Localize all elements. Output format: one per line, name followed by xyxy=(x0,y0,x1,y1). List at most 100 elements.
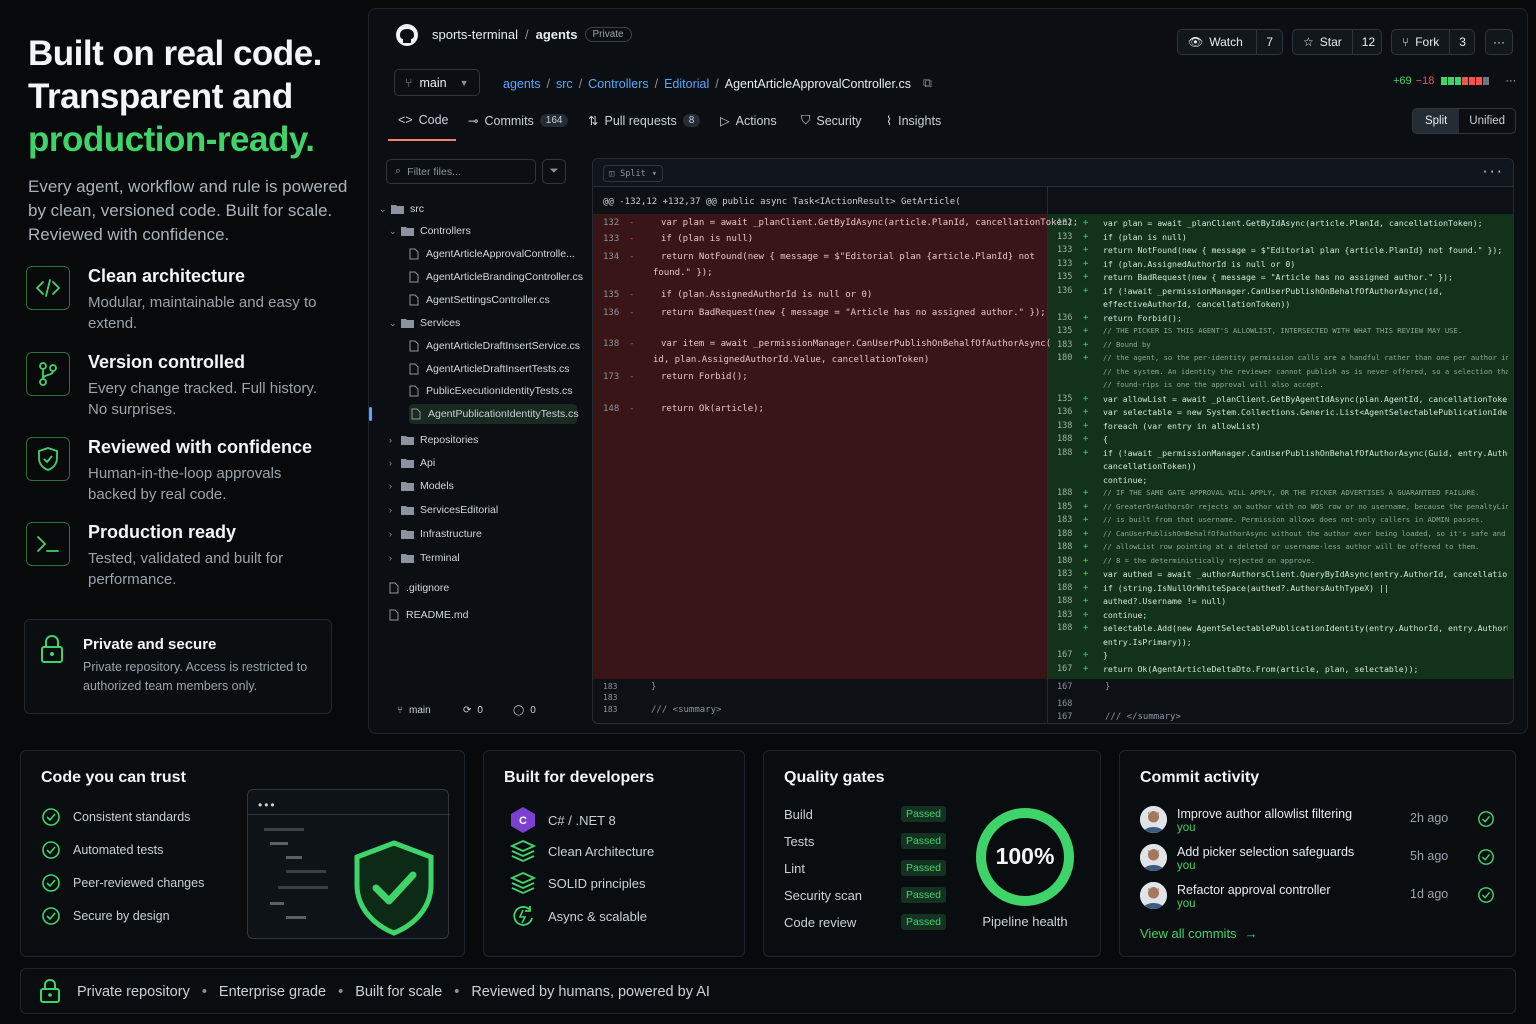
line-number: 167 xyxy=(1057,650,1073,660)
line-number: 134 xyxy=(603,252,620,262)
eye-icon: 👁 xyxy=(1188,35,1204,49)
code-line: var item = await _permissionManager.CanU… xyxy=(661,339,1052,349)
repo-name[interactable]: agents xyxy=(536,27,578,42)
crumb-agents[interactable]: agents xyxy=(503,77,541,91)
tree-item[interactable]: README.md xyxy=(389,605,468,625)
code-line: var selectable = new System.Collections.… xyxy=(1103,407,1508,417)
commit-row[interactable]: Refactor approval controller you 1d ago xyxy=(1140,882,1496,914)
tree-item[interactable]: › Repositories xyxy=(389,430,478,450)
play-icon: ▷ xyxy=(720,114,730,128)
tree-item[interactable]: AgentPublicationIdentityTests.cs xyxy=(369,404,579,424)
tree-item[interactable]: › Terminal xyxy=(389,548,460,568)
code-line: cancellationToken)) xyxy=(1103,461,1197,471)
tree-item[interactable]: › Api xyxy=(389,453,435,473)
tree-item[interactable]: ⌄ src xyxy=(379,199,424,219)
private-secure-box: Private and secure Private repository. A… xyxy=(24,619,332,714)
crumb-editorial[interactable]: Editorial xyxy=(664,77,709,91)
unified-button[interactable]: Unified xyxy=(1459,109,1515,133)
addition-sign: + xyxy=(1083,556,1089,566)
chevron-right-icon: › xyxy=(389,505,392,515)
tree-item[interactable]: › Infrastructure xyxy=(389,524,482,544)
tree-item[interactable]: PublicExecutionIdentityTests.cs xyxy=(409,381,573,401)
line-number: 148 xyxy=(603,404,620,414)
commit-time: 5h ago xyxy=(1410,849,1449,863)
copy-icon[interactable]: ⧉ xyxy=(923,76,932,91)
tree-item[interactable]: .gitignore xyxy=(389,578,449,598)
trust-item: Peer-reviewed changes xyxy=(41,873,204,893)
stack-icon xyxy=(510,871,536,895)
tree-footer-branch[interactable]: ⑂ main xyxy=(397,705,431,716)
card-title: Code you can trust xyxy=(41,769,186,786)
watch-button[interactable]: 👁 Watch 7 xyxy=(1177,29,1283,55)
tab-actions[interactable]: ▷ Actions xyxy=(720,113,777,129)
tree-item[interactable]: AgentSettingsController.cs xyxy=(409,290,550,310)
code-line: if (!await _permissionManager.CanUserPub… xyxy=(1103,286,1444,296)
filter-icon[interactable]: ⏷ xyxy=(542,159,566,184)
github-logo-icon[interactable] xyxy=(395,23,419,47)
hero-description: Every agent, workflow and rule is powere… xyxy=(28,177,348,244)
tab-insights[interactable]: ⌇ Insights xyxy=(886,113,941,129)
repo-owner[interactable]: sports-terminal xyxy=(432,27,518,42)
crumb-controllers[interactable]: Controllers xyxy=(588,77,648,91)
feature-desc: Modular, maintainable and easy to extend… xyxy=(88,294,317,332)
diff-mode-selector[interactable]: ◫ Split ▾ xyxy=(603,165,663,182)
crumb-src[interactable]: src xyxy=(556,77,573,91)
more-menu-icon[interactable]: ··· xyxy=(1485,29,1513,55)
addition-sign: + xyxy=(1083,286,1089,296)
line-number: 173 xyxy=(603,372,620,382)
code-line: continue; xyxy=(1103,610,1148,620)
tree-item[interactable]: › ServicesEditorial xyxy=(389,500,498,520)
tree-item[interactable]: › Models xyxy=(389,476,454,496)
line-number: 183 xyxy=(1057,515,1073,525)
chevron-right-icon: › xyxy=(389,481,392,491)
line-number: 188 xyxy=(1057,529,1073,539)
card-title: Commit activity xyxy=(1140,769,1260,786)
commit-row[interactable]: Add picker selection safeguards you 5h ago xyxy=(1140,844,1496,876)
code-line: return Ok(AgentArticleDeltaDto.From(arti… xyxy=(1103,664,1419,674)
check-circle-icon xyxy=(41,840,61,860)
tab-code[interactable]: <> Code xyxy=(398,113,449,127)
feature-desc: Tested, validated and built for performa… xyxy=(88,550,284,588)
line-number: 138 xyxy=(603,339,620,349)
tree-item-label: AgentArticleDraftInsertTests.cs xyxy=(426,363,570,375)
diff-more-icon[interactable]: ··· xyxy=(1481,165,1503,179)
footer-bar: Private repository • Enterprise grade • Bu… xyxy=(20,968,1516,1014)
commit-row[interactable]: Improve author allowlist filtering you 2h … xyxy=(1140,806,1496,838)
filter-files-input[interactable]: ⌕ Filter files... xyxy=(386,159,536,184)
trust-label: Automated tests xyxy=(73,843,164,857)
current-file: AgentArticleApprovalController.cs xyxy=(724,76,911,91)
tree-item[interactable]: AgentArticleBrandingController.cs xyxy=(409,267,583,287)
folder-icon xyxy=(401,226,414,236)
branch-selector[interactable]: ⑂ main ▼ xyxy=(394,69,480,96)
tab-pull-requests[interactable]: ⇅ Pull requests 8 xyxy=(588,113,701,128)
tree-item[interactable]: AgentArticleDraftInsertService.cs xyxy=(409,336,580,356)
tree-item[interactable]: AgentArticleDraftInsertTests.cs xyxy=(409,359,570,379)
tab-commits[interactable]: ⊸ Commits 164 xyxy=(468,113,569,128)
deletion-sign: - xyxy=(629,308,635,318)
tree-footer-sync[interactable]: ⟳ 0 xyxy=(463,705,483,716)
deletion-sign: - xyxy=(629,218,635,228)
view-all-commits-link[interactable]: View all commits → xyxy=(1140,926,1258,941)
tree-item[interactable]: ⌄ Controllers xyxy=(389,221,471,241)
addition-sign: + xyxy=(1083,407,1089,417)
addition-sign: + xyxy=(1083,434,1089,444)
more-options-icon[interactable]: ··· xyxy=(1505,75,1516,87)
tab-security[interactable]: ⛉ Security xyxy=(801,113,862,128)
trust-label: Peer-reviewed changes xyxy=(73,876,205,890)
trust-item: Secure by design xyxy=(41,906,170,926)
tree-item-label: AgentSettingsController.cs xyxy=(426,294,550,306)
tree-footer-issues[interactable]: ◯ 0 xyxy=(513,705,536,716)
check-circle-icon xyxy=(1477,848,1495,866)
line-number: 188 xyxy=(1057,448,1073,458)
tree-item[interactable]: ⌄ Services xyxy=(389,313,460,333)
star-button[interactable]: ☆ Star 12 xyxy=(1292,29,1382,55)
line-number: 188 xyxy=(1057,596,1073,606)
card-built-for-developers: Built for developers C C# / .NET 8 Clean… xyxy=(483,750,745,957)
fork-button[interactable]: ⑂ Fork 3 xyxy=(1391,29,1475,55)
line-number: 135 xyxy=(603,290,620,300)
line-number: 135 xyxy=(1057,272,1073,282)
line-number: 167 xyxy=(1057,682,1073,692)
split-button[interactable]: Split xyxy=(1413,109,1460,133)
code-line: } xyxy=(1103,650,1108,660)
tree-item[interactable]: AgentArticleApprovalControlle... xyxy=(409,244,575,264)
